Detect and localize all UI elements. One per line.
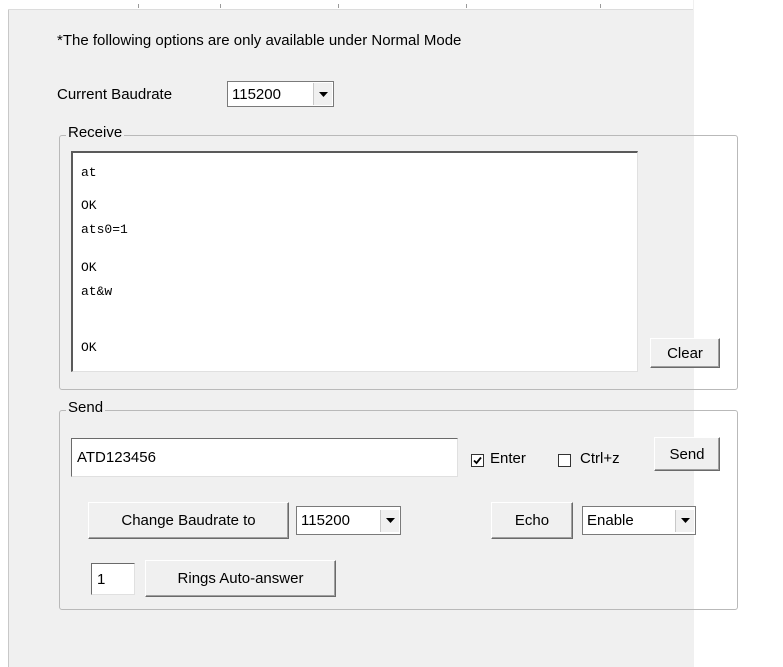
strip-tick [600,4,601,8]
current-baudrate-value: 115200 [232,85,281,103]
current-baudrate-label: Current Baudrate [57,86,173,103]
checkmark-icon [473,456,482,465]
top-scroll-strip [8,0,693,10]
echo-select[interactable]: Enable [582,506,696,535]
receive-line: at&w [81,284,113,299]
send-command-input[interactable]: ATD123456 [71,438,458,477]
receive-line: OK [81,198,97,213]
receive-log[interactable]: at OK ats0=1 OK at&w OK [71,151,638,372]
enter-label: Enter [490,450,526,467]
change-baudrate-value: 115200 [301,512,350,529]
echo-value: Enable [587,512,634,529]
rings-auto-answer-button[interactable]: Rings Auto-answer [145,560,336,597]
strip-tick [338,4,339,8]
enter-checkbox[interactable] [471,454,484,467]
change-baudrate-button[interactable]: Change Baudrate to [88,502,289,539]
send-legend: Send [66,399,106,416]
receive-legend: Receive [66,124,125,141]
strip-tick [466,4,467,8]
current-baudrate-select[interactable]: 115200 [227,81,334,107]
rings-count-input[interactable]: 1 [91,563,135,595]
clear-button[interactable]: Clear [650,338,720,368]
chevron-down-icon[interactable] [313,83,332,105]
normal-mode-note: *The following options are only availabl… [57,32,462,49]
ctrlz-label: Ctrl+z [580,450,620,467]
strip-tick [138,4,139,8]
receive-line: ats0=1 [81,222,128,237]
strip-tick [220,4,221,8]
echo-button[interactable]: Echo [491,502,573,539]
receive-line: at [81,165,97,180]
chevron-down-icon[interactable] [675,509,694,532]
send-button[interactable]: Send [654,437,720,471]
chevron-down-icon[interactable] [380,509,399,532]
ctrlz-checkbox[interactable] [558,454,571,467]
receive-line: OK [81,340,97,355]
change-baudrate-select[interactable]: 115200 [296,506,401,535]
receive-line: OK [81,260,97,275]
